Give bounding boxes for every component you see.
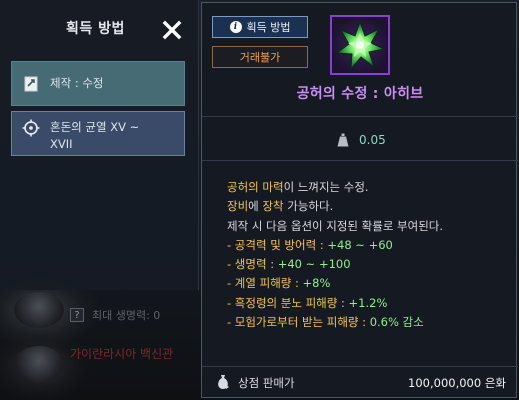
shop-sell-price-row: 상점 판매가 100,000,000 은화 [202, 370, 518, 396]
option-name: - 흑정령의 분노 피해량 : [227, 295, 349, 310]
item-description: 공허의 마력이 느껴지는 수정. 장비에 장착 가능하다. 제작 시 다음 옵션… [227, 178, 512, 332]
acquisition-item-chaos-rift[interactable]: 혼돈의 균열 XV ~ XVII [11, 111, 185, 156]
money-bag-icon [218, 375, 229, 389]
description-highlight: 장착 [262, 199, 284, 214]
sell-price-label: 상점 판매가 [238, 376, 295, 390]
option-value: +48 ~ +60 [327, 237, 393, 252]
close-icon[interactable] [160, 18, 184, 42]
acquisition-header: 획득 방법 [0, 0, 199, 52]
acquisition-method-label: 획득 방법 [246, 21, 291, 34]
acquisition-item-label-line2: XVII [50, 137, 73, 151]
green-crystal-icon [330, 15, 390, 75]
background-orb [14, 346, 64, 382]
divider [202, 116, 518, 117]
option-name: - 생명력 : [227, 257, 278, 272]
background-stat-text: 최대 생명력: 0 [92, 309, 161, 322]
description-line: 장비에 장착 가능하다. [227, 197, 512, 216]
sell-price-value: 100,000,000 은화 [408, 376, 506, 390]
option-value: +40 ~ +100 [277, 257, 351, 272]
weight-icon [337, 133, 349, 147]
item-tooltip: i 획득 방법 거래불가 공허의 수정 : 아히브 0.05 공허의 마력이 느… [201, 2, 518, 398]
item-name: 공허의 수정 : 아히브 [296, 86, 424, 102]
option-row: - 흑정령의 분노 피해량 : +1.2% [227, 294, 512, 313]
acquisition-item-label: 제작 : 수정 [50, 76, 104, 90]
acquisition-panel: 획득 방법 제작 : 수정 혼돈의 균열 XV ~ XVII [0, 0, 199, 290]
tooltip-header: i 획득 방법 거래불가 공허의 수정 : 아히브 [202, 3, 518, 118]
option-row: - 생명력 : +40 ~ +100 [227, 255, 512, 274]
background-location-text: 가이란라시아 백신관 [70, 346, 174, 361]
description-highlight: 공허의 마력 [227, 180, 284, 194]
help-badge: ? [70, 308, 84, 322]
option-name: - 계열 피해량 : [227, 276, 303, 291]
option-row: - 공격력 및 방어력 : +48 ~ +60 [227, 236, 512, 255]
acquisition-title: 획득 방법 [66, 21, 125, 37]
craft-scroll-icon [22, 75, 40, 93]
acquisition-item-label-line1: 혼돈의 균열 XV ~ [50, 120, 140, 134]
divider [202, 366, 518, 367]
description-line: 제작 시 다음 옵션이 지정된 확률로 부여된다. [227, 218, 444, 233]
option-value: 0.6% 감소 [369, 315, 424, 330]
option-value: +1.2% [348, 295, 388, 310]
background-orb [14, 292, 64, 328]
crosshair-icon [22, 119, 40, 137]
weight-value: 0.05 [359, 133, 386, 147]
weight-row: 0.05 [202, 120, 518, 160]
untradeable-badge: 거래불가 [212, 46, 308, 68]
background-stat-row: ? 최대 생명력: 0 [70, 304, 160, 326]
option-row: - 계열 피해량 : +8% [227, 274, 512, 293]
acquisition-item-label: 혼돈의 균열 XV ~ XVII [50, 119, 139, 153]
description-highlight: 장비 [227, 199, 249, 214]
divider [202, 160, 518, 161]
option-name: - 공격력 및 방어력 : [227, 237, 328, 252]
option-row: - 모험가로부터 받는 피해량 : 0.6% 감소 [227, 313, 512, 332]
description-text: 이 느껴지는 수정. [283, 180, 369, 194]
info-icon: i [229, 21, 242, 33]
acquisition-item-craft[interactable]: 제작 : 수정 [11, 61, 185, 106]
background-location-row: 가이란라시아 백신관 [70, 342, 173, 364]
description-text: 가능하다. [283, 199, 334, 214]
acquisition-method-button[interactable]: i 획득 방법 [212, 16, 308, 38]
description-text: 에 [248, 199, 263, 214]
option-name: - 모험가로부터 받는 피해량 : [227, 315, 370, 330]
option-value: +8% [302, 276, 331, 291]
description-line: 공허의 마력이 느껴지는 수정. [227, 178, 512, 197]
